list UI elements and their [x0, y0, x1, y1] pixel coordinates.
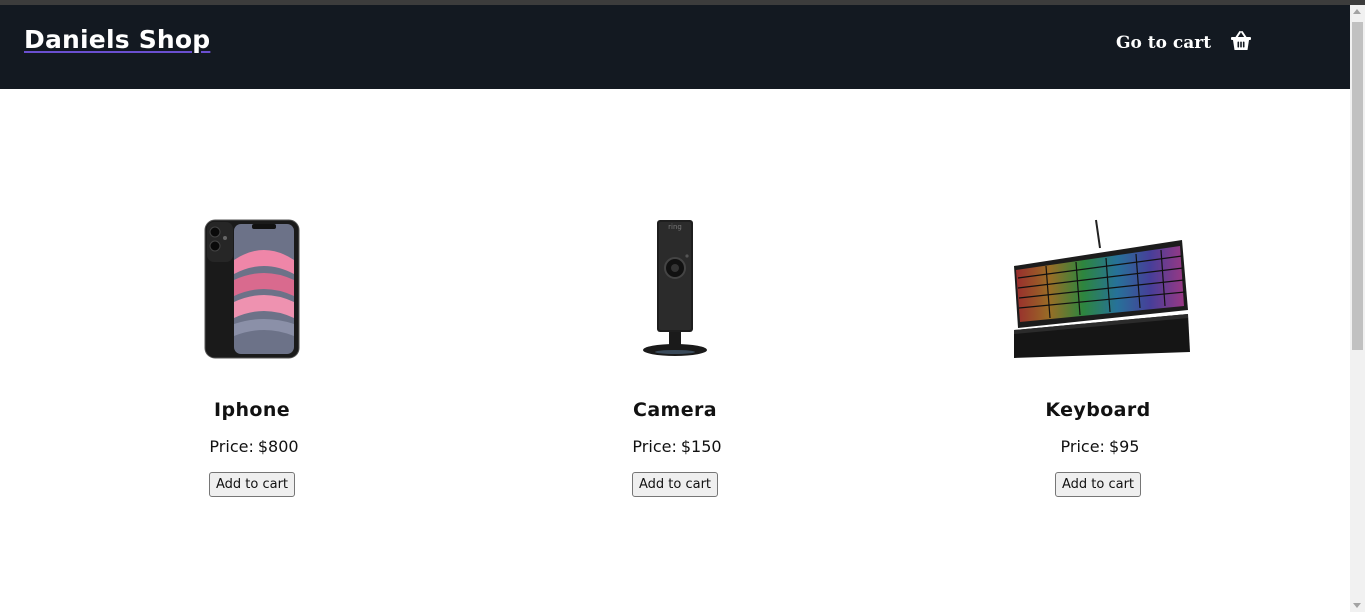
scroll-up-arrow-icon[interactable] — [1353, 9, 1361, 14]
price-label: Price: — [1060, 437, 1105, 456]
price-value: $150 — [680, 437, 722, 456]
security-camera-image: ring — [525, 200, 825, 360]
product-name: Keyboard — [1045, 399, 1151, 421]
product-price: Price: $95 — [948, 437, 1248, 456]
product-price: Price: $150 — [525, 437, 825, 456]
smartphone-image — [102, 200, 402, 360]
rgb-keyboard-image — [948, 200, 1248, 360]
basket-icon[interactable] — [1229, 30, 1253, 52]
vertical-scrollbar[interactable] — [1350, 5, 1365, 612]
add-to-cart-button[interactable]: Add to cart — [208, 472, 296, 497]
add-to-cart-button[interactable]: Add to cart — [1054, 472, 1142, 497]
navbar: Daniels Shop Go to cart — [0, 5, 1350, 89]
scrollbar-thumb[interactable] — [1352, 22, 1363, 350]
svg-text:ring: ring — [668, 223, 682, 231]
product-card-iphone: Iphone Price: $800 Add to cart — [102, 200, 402, 497]
product-name: Camera — [632, 399, 718, 421]
price-label: Price: — [209, 437, 254, 456]
scroll-down-arrow-icon[interactable] — [1353, 603, 1361, 608]
price-label: Price: — [632, 437, 677, 456]
add-to-cart-button[interactable]: Add to cart — [631, 472, 719, 497]
shop-logo-link[interactable]: Daniels Shop — [24, 25, 210, 54]
price-value: $800 — [257, 437, 299, 456]
product-price: Price: $800 — [102, 437, 402, 456]
price-value: $95 — [1108, 437, 1140, 456]
product-card-keyboard: Keyboard Price: $95 Add to cart — [948, 200, 1248, 497]
product-name: Iphone — [213, 399, 291, 421]
go-to-cart-link[interactable]: Go to cart — [1116, 33, 1211, 53]
product-card-camera: ring Camera Price: $150 Add to cart — [525, 200, 825, 497]
